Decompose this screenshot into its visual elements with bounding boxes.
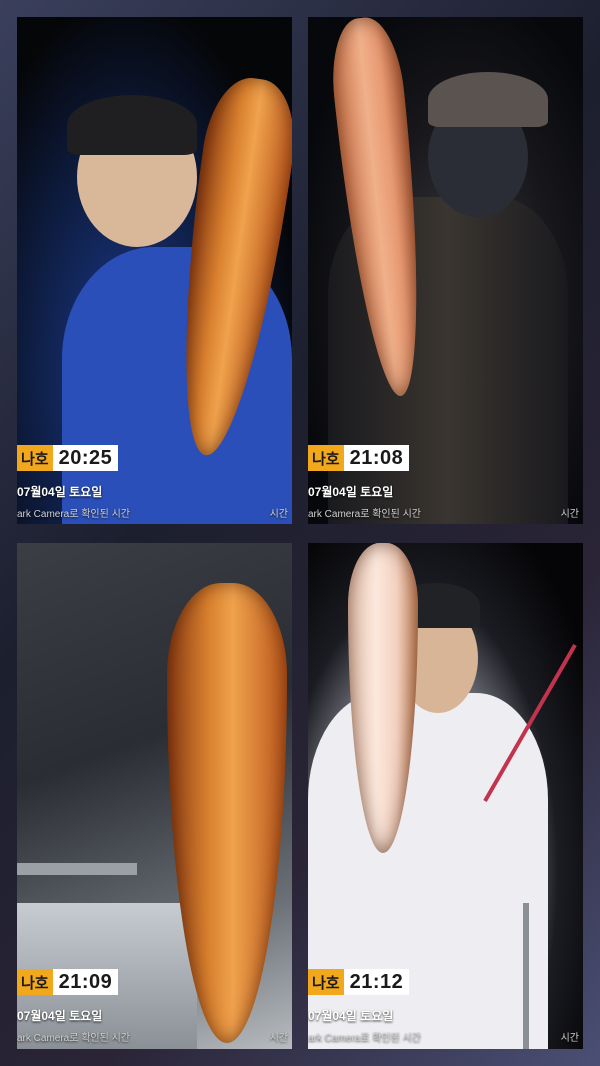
cap — [67, 95, 197, 155]
camera-caption: ark Camera로 확인된 시간 — [308, 509, 421, 520]
time-badge: 나호 20:25 — [17, 445, 119, 471]
white-jacket — [308, 693, 548, 1049]
time-badge: 나호 21:08 — [308, 445, 410, 471]
camera-caption-right: 시간 — [269, 1033, 288, 1044]
time-label: 20:25 — [52, 445, 119, 471]
time-label: 21:12 — [343, 969, 410, 995]
boat-tag: 나호 — [308, 969, 344, 995]
camera-caption: ark Camera로 확인된 시간 — [308, 1033, 421, 1044]
photo-2: 나호 21:08 07월04일 토요일 ark Camera로 확인된 시간 시… — [308, 17, 583, 524]
camera-caption: ark Camera로 확인된 시간 — [17, 1033, 130, 1044]
boat-tag: 나호 — [17, 969, 53, 995]
boat-tag: 나호 — [17, 445, 53, 471]
camera-caption-right: 시간 — [560, 1033, 579, 1044]
date-label: 07월04일 토요일 — [17, 485, 103, 499]
camera-caption: ark Camera로 확인된 시간 — [17, 509, 130, 520]
date-label: 07월04일 토요일 — [308, 485, 394, 499]
photo-1: 나호 20:25 07월04일 토요일 ark Camera로 확인된 시간 시… — [17, 17, 292, 524]
time-label: 21:09 — [52, 969, 119, 995]
camera-caption-right: 시간 — [560, 509, 579, 520]
photo-3: 나호 21:09 07월04일 토요일 ark Camera로 확인된 시간 시… — [17, 543, 292, 1049]
time-badge: 나호 21:09 — [17, 969, 119, 995]
photo-4: 나호 21:12 07월04일 토요일 ark Camera로 확인된 시간 시… — [308, 543, 583, 1049]
time-badge: 나호 21:12 — [308, 969, 410, 995]
boat-railing — [17, 863, 137, 875]
date-label: 07월04일 토요일 — [17, 1009, 103, 1023]
boat-tag: 나호 — [308, 445, 344, 471]
boat-railing — [523, 903, 529, 1049]
time-label: 21:08 — [343, 445, 410, 471]
camera-caption-right: 시간 — [269, 509, 288, 520]
date-label: 07월04일 토요일 — [308, 1009, 394, 1023]
cap — [428, 72, 548, 127]
